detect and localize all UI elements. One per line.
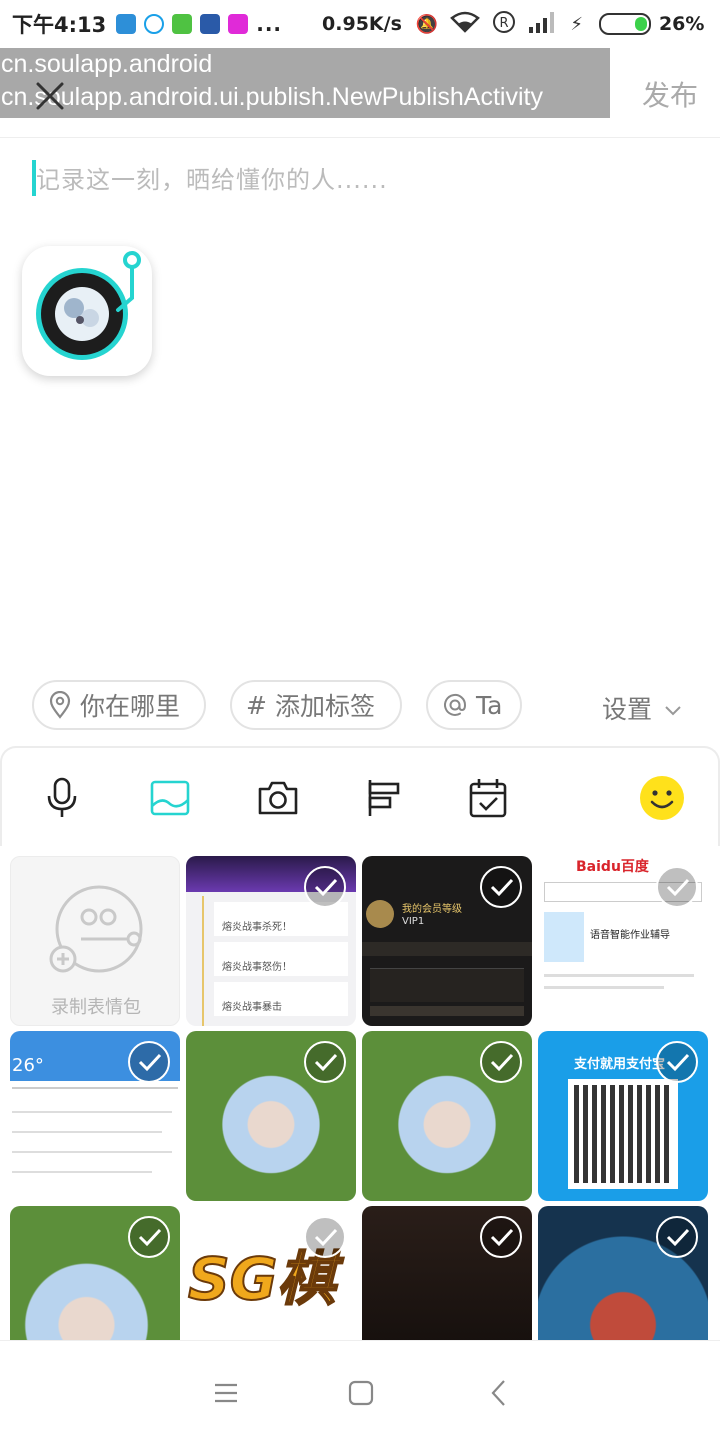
app-notification-icon [228,14,249,34]
chevron-down-icon [664,694,682,723]
thumb-text: Baidu百度 [576,859,649,875]
record-emoji-label: 录制表情包 [51,997,141,1018]
select-check-icon[interactable] [128,1216,170,1258]
select-check-icon[interactable] [304,1216,346,1258]
debug-activity-name: cn.soulapp.android.ui.publish.NewPublish… [1,83,543,111]
mention-chip[interactable]: Ta [426,680,522,730]
select-check-icon[interactable] [656,866,698,908]
vote-icon[interactable] [364,776,408,820]
thumb-text: 支付就用支付宝 [574,1057,666,1072]
publish-header: cn.soulapp.android cn.soulapp.android.ui… [0,48,720,138]
gallery-thumb[interactable] [538,1206,708,1340]
debug-activity-overlay: cn.soulapp.android cn.soulapp.android.ui… [0,48,610,118]
browser-icon [144,14,165,34]
compose-toolbar [0,746,720,846]
thumb-text: VIP1 [402,916,425,927]
tag-chip[interactable]: # 添加标签 [230,680,402,730]
gallery-thumb[interactable] [362,1206,532,1340]
network-speed: 0.95K/s [322,13,402,35]
select-check-icon[interactable] [304,1041,346,1083]
settings-label: 设置 [602,695,653,724]
publish-button[interactable]: 发布 [642,74,698,114]
thumb-text: 语音智能作业辅导 [590,930,670,941]
mic-icon[interactable] [40,776,84,820]
system-nav-bar [0,1340,720,1440]
frog-app-icon [172,14,193,34]
thumb-text: 我的会员等级 [402,904,462,915]
gallery-thumb[interactable] [186,1031,356,1201]
at-icon [442,692,468,718]
battery-icon [598,13,651,35]
vinyl-record-icon [36,251,141,360]
post-text-input[interactable]: 记录这一刻，晒给懂你的人...... [32,160,692,200]
emoji-face-icon [49,885,143,973]
camera-icon[interactable] [256,776,300,820]
location-chip[interactable]: 你在哪里 [32,680,206,730]
photo-gallery-grid: 录制表情包 熔炎战事杀死！ 熔炎战事怒伤！ 熔炎战事暴击 我的会员等级 VIP1… [0,846,720,1340]
gallery-thumb[interactable]: 我的会员等级 VIP1 [362,856,532,1026]
select-check-icon[interactable] [480,1041,522,1083]
image-icon[interactable] [148,776,192,820]
charging-icon: ⚡ [570,13,583,35]
home-icon[interactable] [347,1379,375,1407]
hashtag-icon: # [246,690,267,720]
gallery-thumb[interactable] [10,1206,180,1340]
mention-chip-label: Ta [476,690,503,720]
back-icon[interactable] [486,1379,514,1407]
select-check-icon[interactable] [656,1041,698,1083]
svg-text:R: R [500,16,509,31]
post-placeholder: 记录这一刻，晒给懂你的人...... [36,166,388,194]
debug-package-name: cn.soulapp.android [1,50,213,78]
music-attachment-card[interactable] [22,246,152,376]
mute-icon: 🔕 [415,13,439,35]
thumb-text: 熔炎战事暴击 [214,982,348,1016]
close-icon[interactable] [32,78,68,114]
select-check-icon[interactable] [480,1216,522,1258]
status-time: 下午4:13 [12,13,107,37]
gallery-thumb[interactable]: Baidu百度 语音智能作业辅导 [538,856,708,1026]
wifi-icon [450,11,481,38]
location-pin-icon [48,691,72,719]
thumb-text: 熔炎战事怒伤！ [214,942,348,976]
usb-icon [116,14,137,34]
select-check-icon[interactable] [480,866,522,908]
gallery-thumb[interactable]: 26° [10,1031,180,1201]
calendar-icon[interactable] [466,776,510,820]
select-check-icon[interactable] [128,1041,170,1083]
registered-icon: R [492,10,516,39]
menu-icon[interactable] [212,1379,240,1407]
tag-chip-label: 添加标签 [274,692,375,721]
gallery-thumb[interactable] [362,1031,532,1201]
select-check-icon[interactable] [304,866,346,908]
qr-code-icon [568,1079,678,1189]
emoji-icon[interactable] [638,774,684,820]
thumb-text: 26° [12,1055,44,1076]
select-check-icon[interactable] [656,1216,698,1258]
more-notifications-icon: ... [256,12,283,36]
gallery-thumb[interactable]: SG棋 [186,1206,356,1340]
status-bar: 下午4:13 ... 0.95K/s 🔕 R ⚡ 26% [0,0,720,48]
battery-percent: 26% [658,13,705,35]
signal-icon [528,11,558,38]
gallery-thumb[interactable]: 熔炎战事杀死！ 熔炎战事怒伤！ 熔炎战事暴击 [186,856,356,1026]
settings-dropdown[interactable]: 设置 [602,690,682,726]
record-emoji-tile[interactable]: 录制表情包 [10,856,180,1026]
sim-icon [200,14,221,34]
gallery-thumb[interactable]: 支付就用支付宝 [538,1031,708,1201]
location-chip-label: 你在哪里 [80,692,181,721]
text-caret [32,160,36,196]
